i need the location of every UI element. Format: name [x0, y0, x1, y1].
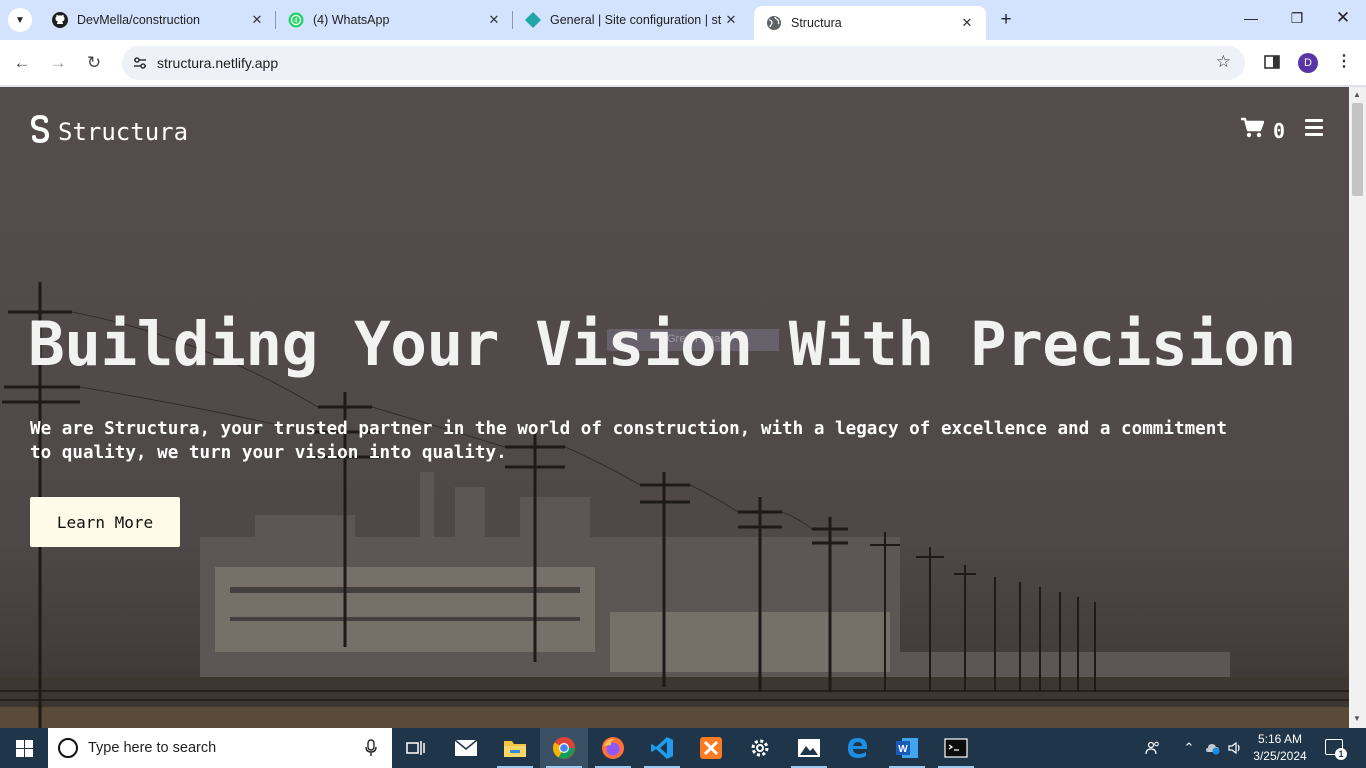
speaker-icon[interactable]: [1227, 740, 1243, 756]
netlify-icon: [525, 12, 541, 28]
globe-icon: [766, 15, 782, 31]
bookmark-star-icon[interactable]: ☆: [1216, 52, 1231, 72]
url-text[interactable]: structura.netlify.app: [157, 55, 278, 71]
svg-text:4: 4: [294, 18, 298, 25]
scroll-thumb[interactable]: [1352, 103, 1363, 196]
tab-title: Structura: [791, 16, 842, 30]
microphone-icon[interactable]: [364, 739, 378, 757]
chrome-icon[interactable]: [540, 728, 588, 768]
search-icon: [58, 738, 78, 758]
hero-background-image: [0, 87, 1349, 728]
restore-icon[interactable]: ❐: [1287, 10, 1307, 27]
back-arrow-icon[interactable]: ←: [11, 52, 33, 74]
hamburger-menu-icon[interactable]: [1305, 119, 1323, 140]
learn-more-button[interactable]: Learn More: [30, 497, 180, 547]
page-viewport: Structura 0 Green Snap Building Your Vis…: [0, 87, 1349, 728]
tab-github[interactable]: DevMella/construction ✕: [40, 0, 276, 40]
new-tab-plus-icon[interactable]: +: [996, 10, 1016, 30]
window-close-icon[interactable]: ✕: [1333, 8, 1353, 28]
people-icon[interactable]: [1145, 740, 1161, 756]
settings-icon[interactable]: [736, 728, 784, 768]
chevron-up-icon[interactable]: ⌃: [1181, 740, 1197, 756]
terminal-icon[interactable]: [932, 728, 980, 768]
onedrive-sync-icon[interactable]: [1205, 740, 1221, 756]
photos-icon[interactable]: [785, 728, 833, 768]
word-icon[interactable]: W: [883, 728, 931, 768]
clock-date: 3/25/2024: [1253, 749, 1307, 763]
tab-close-icon[interactable]: ✕: [248, 12, 266, 28]
hero-title: Building Your Vision With Precision: [28, 309, 1296, 380]
reload-icon[interactable]: ↻: [83, 52, 105, 74]
tab-title: (4) WhatsApp: [313, 13, 390, 27]
cart-button[interactable]: 0: [1240, 117, 1285, 144]
notification-count-badge: 1: [1335, 748, 1347, 760]
site-info-icon[interactable]: [132, 55, 148, 71]
windows-taskbar: Type here to search W ⌃ 5:16 AM 3/25/202…: [0, 728, 1366, 768]
page-scrollbar[interactable]: ▲ ▼: [1349, 87, 1366, 728]
address-bar[interactable]: structura.netlify.app ☆: [122, 46, 1245, 80]
tab-search-chevron-icon[interactable]: ▼: [8, 8, 32, 32]
scroll-up-arrow-icon[interactable]: ▲: [1353, 90, 1361, 99]
system-clock[interactable]: 5:16 AM 3/25/2024: [1246, 731, 1314, 765]
clock-time: 5:16 AM: [1257, 732, 1303, 746]
tab-title: DevMella/construction: [77, 13, 200, 27]
vscode-icon[interactable]: [638, 728, 686, 768]
github-icon: [52, 12, 68, 28]
windows-start-icon[interactable]: [0, 728, 48, 768]
task-view-icon[interactable]: [392, 728, 440, 768]
tab-close-icon[interactable]: ✕: [958, 15, 976, 31]
cart-count: 0: [1273, 118, 1286, 143]
side-panel-icon[interactable]: [1263, 53, 1283, 73]
tab-close-icon[interactable]: ✕: [722, 12, 740, 28]
cart-icon: [1240, 117, 1265, 144]
tab-netlify[interactable]: General | Site configuration | st ✕: [513, 0, 750, 40]
tab-title: General | Site configuration | st: [550, 13, 722, 27]
browser-toolbar: ← → ↻ structura.netlify.app ☆ D ⋮: [0, 40, 1366, 86]
tab-structura[interactable]: Structura ✕: [754, 6, 986, 40]
minimize-icon[interactable]: —: [1241, 10, 1261, 26]
profile-avatar[interactable]: D: [1298, 53, 1318, 73]
svg-text:W: W: [898, 744, 908, 755]
tab-close-icon[interactable]: ✕: [485, 12, 503, 28]
whatsapp-icon: 4: [288, 12, 304, 28]
site-logo[interactable]: Structura: [30, 114, 189, 148]
firefox-icon[interactable]: [589, 728, 637, 768]
file-explorer-icon[interactable]: [491, 728, 539, 768]
scroll-down-arrow-icon[interactable]: ▼: [1353, 714, 1361, 723]
tab-whatsapp[interactable]: 4 (4) WhatsApp ✕: [276, 0, 513, 40]
edge-icon[interactable]: [834, 728, 882, 768]
xampp-icon[interactable]: [687, 728, 735, 768]
hero-subtitle: We are Structura, your trusted partner i…: [30, 419, 1227, 463]
browser-tab-strip: ▼ DevMella/construction ✕ 4 (4) WhatsApp…: [0, 0, 1366, 40]
search-placeholder: Type here to search: [88, 740, 217, 756]
browser-menu-icon[interactable]: ⋮: [1336, 51, 1352, 71]
site-brand-name: Structura: [58, 117, 189, 146]
forward-arrow-icon[interactable]: →: [47, 52, 69, 74]
taskbar-search-box[interactable]: Type here to search: [48, 728, 392, 768]
mail-icon[interactable]: [442, 728, 490, 768]
structura-logo-icon: [30, 114, 50, 148]
